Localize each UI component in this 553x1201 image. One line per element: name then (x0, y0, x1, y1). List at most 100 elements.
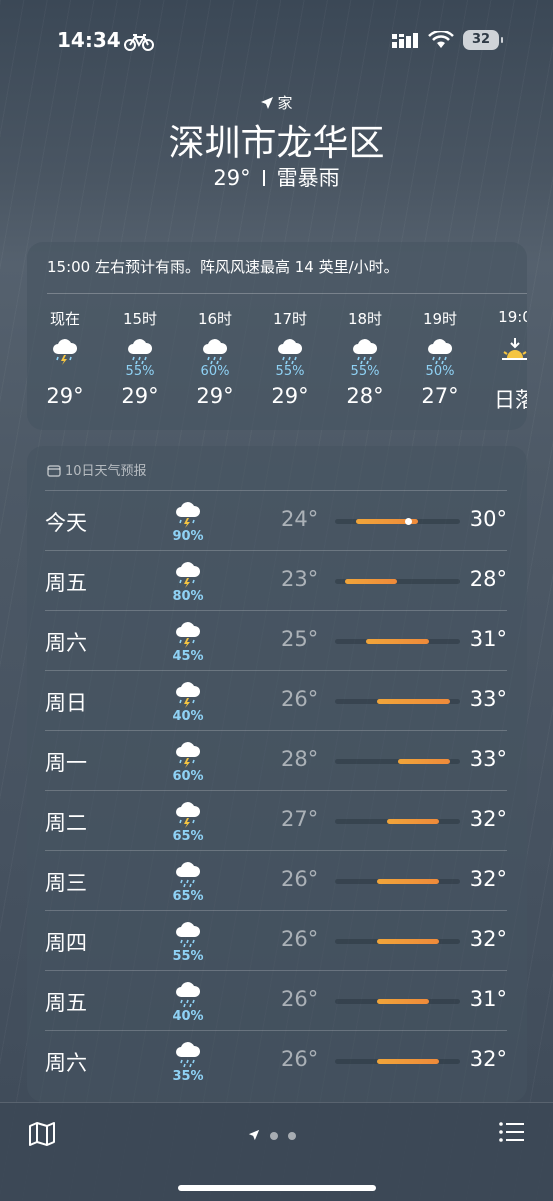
precip-chance: 55% (172, 949, 204, 964)
hourly-item: 16时 60% 29° (180, 308, 250, 408)
location-arrow-icon (248, 1129, 260, 1141)
hour-temp: 29° (46, 384, 84, 408)
precip-chance: 40% (172, 1009, 204, 1024)
hour-temp: 28° (346, 384, 384, 408)
day-row[interactable]: 周六 45% 25° 31° (45, 610, 507, 671)
low-temp: 26° (281, 867, 319, 891)
rain-icon (176, 862, 201, 888)
rain-icon (278, 339, 303, 365)
page-dot[interactable] (270, 1132, 278, 1140)
hourly-item: 现在 29° (30, 308, 100, 408)
hour-temp: 29° (196, 384, 234, 408)
low-temp: 28° (281, 747, 319, 771)
day-row[interactable]: 今天 90% 24° 30° (45, 490, 507, 551)
page-indicator[interactable] (248, 1125, 296, 1144)
sunset-icon (502, 338, 527, 360)
low-temp: 25° (281, 627, 319, 651)
hour-label: 15时 (122, 310, 158, 328)
high-temp: 32° (469, 867, 507, 891)
hour-label: 19时 (422, 310, 458, 328)
precip-chance: 65% (172, 829, 204, 844)
temp-range-track (335, 579, 460, 584)
ten-day-forecast-card[interactable]: 10日天气预报 今天 90% 24° 30° 周五 80% 23° 28° 周六 45% 25° 31… (27, 446, 527, 1102)
day-icon-wrap (173, 619, 203, 648)
hour-temp: 日落 (494, 388, 527, 412)
hour-temp: 29° (121, 384, 159, 408)
location-name: 家 (277, 94, 293, 112)
high-temp: 33° (469, 747, 507, 771)
temp-range-track (335, 759, 460, 764)
day-label: 周二 (45, 811, 87, 835)
battery-level: 32 (463, 30, 499, 50)
precip-chance: 90% (172, 529, 204, 544)
high-temp: 31° (469, 627, 507, 651)
precip-chance: 55% (125, 364, 155, 379)
current-temp-dot (404, 518, 412, 525)
status-bar: 14:34 32 (0, 28, 553, 54)
hourly-item: 19时 50% 27° (405, 308, 475, 408)
day-label: 周四 (45, 931, 87, 955)
precip-chance: 45% (172, 649, 204, 664)
day-row[interactable]: 周五 40% 26° 31° (45, 970, 507, 1031)
day-label: 周一 (45, 751, 87, 775)
day-row[interactable]: 周四 55% 26° 32° (45, 910, 507, 971)
thunderstorm-icon (176, 802, 201, 828)
precip-chance: 80% (172, 589, 204, 604)
low-temp: 26° (281, 687, 319, 711)
rain-icon (353, 339, 378, 365)
rain-icon (203, 339, 228, 365)
rain-icon (176, 1042, 201, 1068)
temp-range-track (335, 1059, 460, 1064)
precip-chance: 55% (275, 364, 305, 379)
temp-range-bar (376, 939, 440, 944)
high-temp: 32° (469, 1047, 507, 1071)
home-indicator[interactable] (178, 1185, 376, 1191)
temp-range-track (335, 639, 460, 644)
day-row[interactable]: 周一 60% 28° 33° (45, 730, 507, 791)
hourly-item: 18时 55% 28° (330, 308, 400, 408)
day-label: 周日 (45, 691, 87, 715)
temp-range-bar (397, 759, 450, 764)
precip-chance: 40% (172, 709, 204, 724)
day-label: 周六 (45, 631, 87, 655)
forecast-summary: 15:00 左右预计有雨。阵风风速最高 14 英里/小时。 (47, 258, 399, 276)
day-label: 周五 (45, 571, 87, 595)
high-temp: 32° (469, 807, 507, 831)
day-icon-wrap (173, 799, 203, 828)
day-row[interactable]: 周二 65% 27° 32° (45, 790, 507, 851)
map-icon[interactable] (28, 1121, 56, 1147)
hour-temp: 27° (421, 384, 459, 408)
rain-icon (428, 339, 453, 365)
temp-range-bar (345, 579, 398, 584)
day-icon-wrap (173, 919, 203, 948)
page-dot[interactable] (288, 1132, 296, 1140)
day-row[interactable]: 周六 35% 26° 32° (45, 1030, 507, 1091)
day-row[interactable]: 周日 40% 26° 33° (45, 670, 507, 731)
hourly-item: 19:0 日落 (480, 308, 527, 414)
hour-label: 17时 (272, 310, 308, 328)
battery-tip (501, 37, 503, 43)
day-row[interactable]: 周三 65% 26° 32° (45, 850, 507, 911)
temp-range-track (335, 699, 460, 704)
temp-range-bar (366, 639, 429, 644)
thunderstorm-icon (176, 682, 201, 708)
low-temp: 26° (281, 1047, 319, 1071)
low-temp: 23° (281, 567, 319, 591)
thunderstorm-icon (176, 622, 201, 648)
location-arrow-icon (261, 97, 274, 109)
day-icon-wrap (173, 739, 203, 768)
day-row[interactable]: 周五 80% 23° 28° (45, 550, 507, 611)
precip-chance: 35% (172, 1069, 204, 1084)
day-icon-wrap (173, 1039, 203, 1068)
day-icon-wrap (173, 679, 203, 708)
bicycle-icon (124, 34, 154, 51)
hour-temp: 29° (271, 384, 309, 408)
hour-label: 18时 (347, 310, 383, 328)
high-temp: 30° (469, 507, 507, 531)
condition-text: 雷暴雨 (276, 166, 340, 190)
rain-icon (176, 922, 201, 948)
hourly-item: 17时 55% 29° (255, 308, 325, 408)
high-temp: 33° (469, 687, 507, 711)
hourly-forecast-card[interactable]: 15:00 左右预计有雨。阵风风速最高 14 英里/小时。 现在 29° 15时 55… (27, 242, 527, 430)
list-icon[interactable] (499, 1121, 525, 1143)
